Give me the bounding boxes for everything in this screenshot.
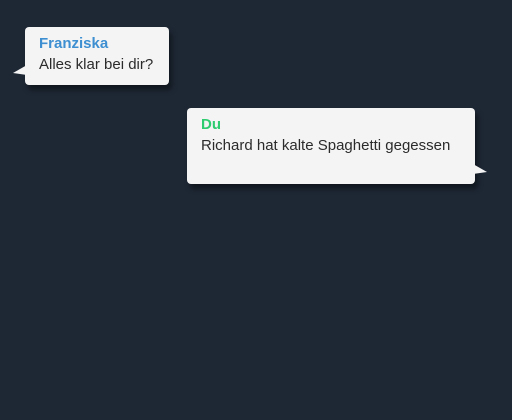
message-text: Richard hat kalte Spaghetti gegessen	[201, 137, 451, 154]
message-bubble-outgoing[interactable]: Du Richard hat kalte Spaghetti gegessen	[187, 108, 487, 184]
message-text: Alles klar bei dir?	[39, 56, 154, 73]
message-bubble-incoming[interactable]: Franziska Alles klar bei dir?	[13, 27, 169, 85]
chat-area: Franziska Alles klar bei dir? Du Richard…	[0, 0, 512, 420]
message-sender: Du	[201, 116, 221, 133]
message-sender: Franziska	[39, 35, 109, 52]
bubble-tail	[13, 65, 27, 75]
bubble-tail	[473, 164, 487, 174]
